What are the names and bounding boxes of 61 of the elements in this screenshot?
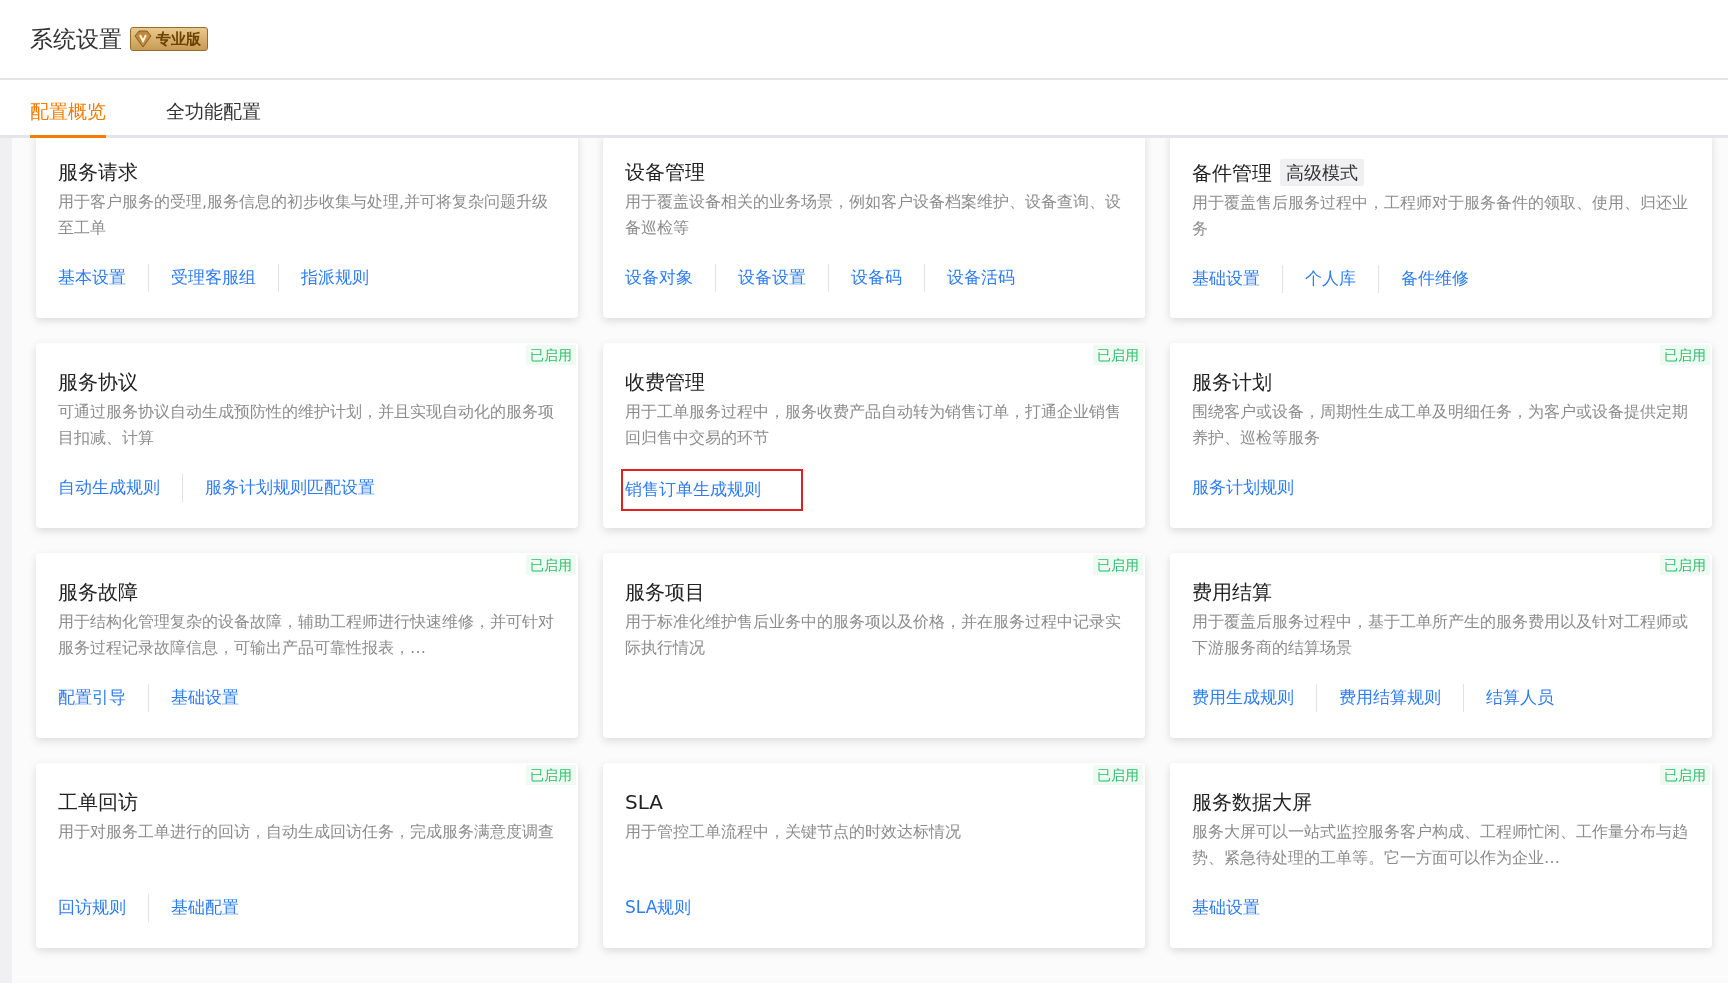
card-title: 备件管理	[1192, 159, 1272, 186]
settings-link[interactable]: 受理客服组	[171, 261, 256, 295]
diamond-icon	[133, 29, 153, 49]
status-badge: 已启用	[1660, 765, 1710, 785]
settings-link[interactable]: 基本设置	[58, 261, 126, 295]
card-description: 用于标准化维护售后业务中的服务项以及价格，并在服务过程中记录实际执行情况	[625, 611, 1122, 659]
card-description: 可通过服务协议自动生成预防性的维护计划，并且实现自动化的服务项目扣减、计算	[58, 401, 555, 449]
card-title: 收费管理	[625, 369, 705, 395]
card-description: 用于管控工单流程中，关键节点的时效达标情况	[625, 821, 962, 843]
settings-link[interactable]: 指派规则	[301, 261, 369, 295]
settings-link[interactable]: 回访规则	[58, 891, 126, 925]
tab[interactable]: 全功能配置	[166, 80, 261, 138]
status-badge: 已启用	[1093, 765, 1143, 785]
status-badge: 已启用	[526, 555, 576, 575]
status-badge: 已启用	[1660, 555, 1710, 575]
settings-link[interactable]: 备件维修	[1401, 262, 1469, 296]
card-title: SLA	[625, 789, 663, 815]
card-title: 费用结算	[1192, 579, 1272, 605]
settings-link[interactable]: 设备对象	[625, 261, 693, 295]
status-badge: 已启用	[1093, 345, 1143, 365]
settings-link[interactable]: 服务计划规则匹配设置	[205, 471, 375, 505]
card-title: 服务计划	[1192, 369, 1272, 395]
card-description: 用于结构化管理复杂的设备故障，辅助工程师进行快速维修，并可针对服务过程记录故障信息，可输出产品可靠性报表，…	[58, 611, 555, 659]
card-title: 服务故障	[58, 579, 138, 605]
settings-link[interactable]: 基础设置	[1192, 262, 1260, 296]
card-title: 服务数据大屏	[1192, 789, 1312, 815]
card-title: 工单回访	[58, 789, 138, 815]
card-description: 围绕客户或设备，周期性生成工单及明细任务，为客户或设备提供定期养护、巡检等服务	[1192, 401, 1689, 449]
settings-link[interactable]: 设备码	[851, 261, 902, 295]
card-description: 用于工单服务过程中，服务收费产品自动转为销售订单，打通企业销售回归售中交易的环节	[625, 401, 1122, 449]
card-description: 用于覆盖后服务过程中，基于工单所产生的服务费用以及针对工程师或下游服务商的结算场景	[1192, 611, 1689, 659]
status-badge: 已启用	[526, 345, 576, 365]
settings-link[interactable]: SLA规则	[625, 891, 692, 925]
settings-link[interactable]: 个人库	[1305, 262, 1356, 296]
settings-link[interactable]: 销售订单生成规则	[623, 471, 801, 509]
settings-link[interactable]: 设备设置	[738, 261, 806, 295]
card-description: 用于覆盖售后服务过程中，工程师对于服务备件的领取、使用、归还业务	[1192, 192, 1689, 240]
settings-link[interactable]: 服务计划规则	[1192, 471, 1294, 505]
settings-link[interactable]: 配置引导	[58, 681, 126, 715]
page-title: 系统设置	[30, 24, 122, 54]
settings-link[interactable]: 基础配置	[171, 891, 239, 925]
card-description: 用于客户服务的受理,服务信息的初步收集与处理,并可将复杂问题升级至工单	[58, 191, 550, 239]
mode-tag: 高级模式	[1280, 159, 1364, 186]
status-badge: 已启用	[1660, 345, 1710, 365]
edition-badge: 专业版	[130, 27, 208, 51]
card-title: 服务协议	[58, 369, 138, 395]
settings-link[interactable]: 费用结算规则	[1339, 681, 1441, 715]
settings-link[interactable]: 基础设置	[171, 681, 239, 715]
settings-link[interactable]: 费用生成规则	[1192, 681, 1294, 715]
card-description: 服务大屏可以一站式监控服务客户构成、工程师忙闲、工作量分布与趋势、紧急待处理的工单等。它一方面可以作为企业…	[1192, 821, 1689, 869]
card-title: 设备管理	[625, 159, 705, 185]
card-title: 服务请求	[58, 159, 138, 185]
card-description: 用于覆盖设备相关的业务场景，例如客户设备档案维护、设备查询、设备巡检等	[625, 191, 1122, 239]
status-badge: 已启用	[1093, 555, 1143, 575]
settings-link[interactable]: 自动生成规则	[58, 471, 160, 505]
card-title: 服务项目	[625, 579, 705, 605]
settings-link[interactable]: 基础设置	[1192, 891, 1260, 925]
status-badge: 已启用	[526, 765, 576, 785]
settings-link[interactable]: 设备活码	[947, 261, 1015, 295]
settings-link[interactable]: 结算人员	[1486, 681, 1554, 715]
card-description: 用于对服务工单进行的回访，自动生成回访任务，完成服务满意度调查	[58, 821, 555, 843]
